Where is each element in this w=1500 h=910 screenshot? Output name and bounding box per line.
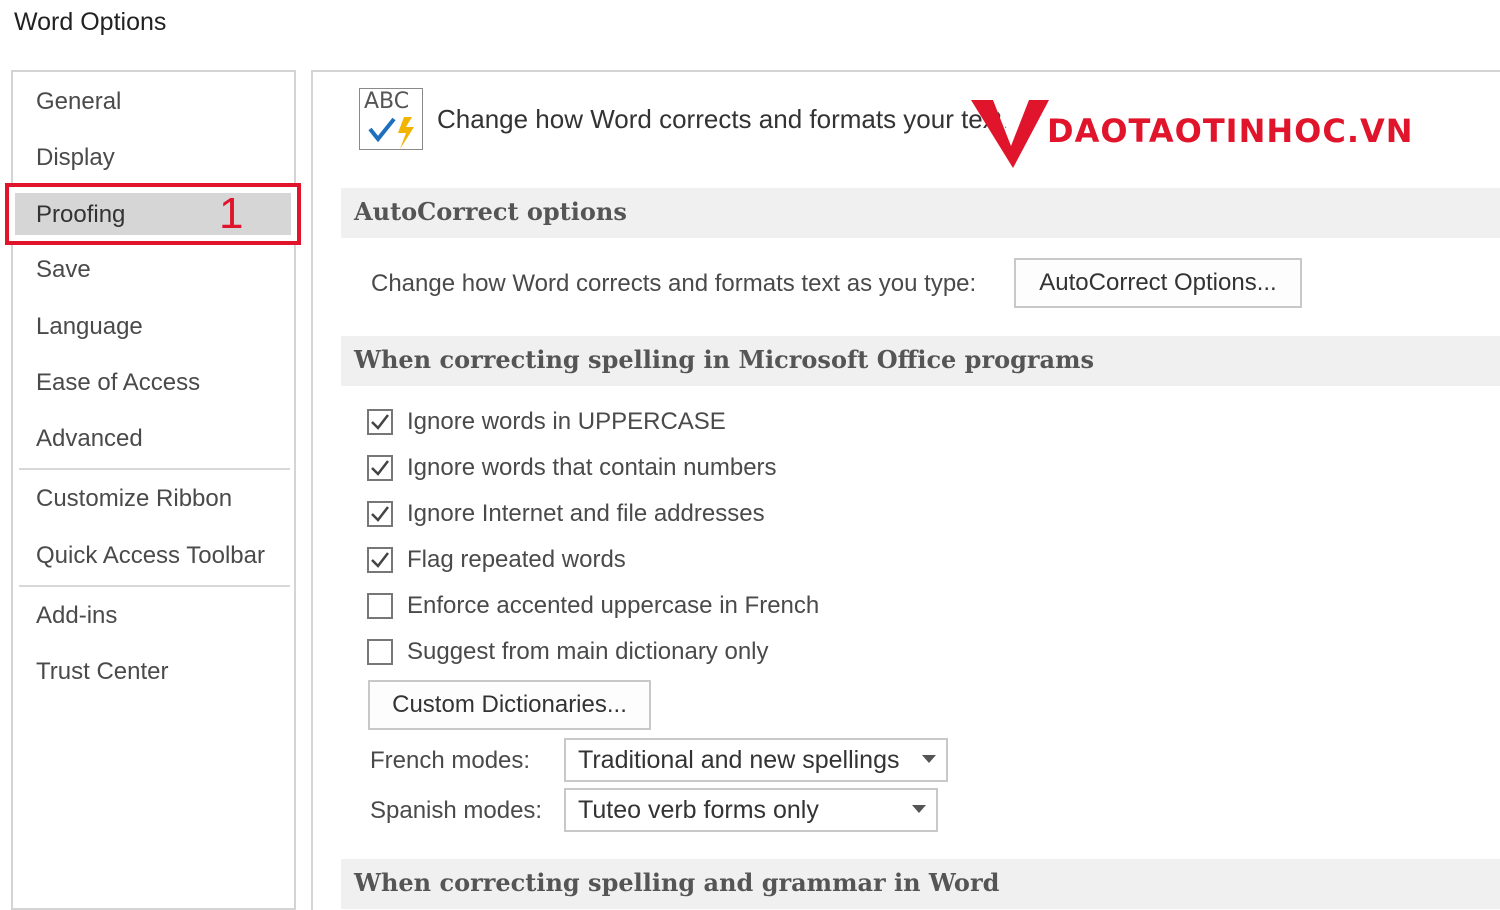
checkmark-icon [371, 460, 389, 476]
select-value: Traditional and new spellings [578, 746, 900, 774]
french-modes-label: French modes: [370, 747, 531, 774]
sidebar-divider [19, 468, 290, 470]
checkbox[interactable] [367, 409, 393, 435]
section-office-spelling-title: When correcting spelling in Microsoft Of… [341, 336, 1500, 386]
spanish-modes-select[interactable]: Tuteo verb forms only [564, 788, 938, 832]
checkbox[interactable] [367, 547, 393, 573]
sidebar-item-proofing[interactable]: Proofing 1 [5, 183, 301, 245]
option-label: Flag repeated words [407, 546, 626, 573]
proofing-panel: ABC Change how Word corrects and formats… [311, 70, 1500, 910]
option-label: Suggest from main dictionary only [407, 638, 769, 665]
option-label: Ignore words in UPPERCASE [407, 408, 726, 435]
chevron-down-icon [922, 755, 936, 763]
spanish-modes-label: Spanish modes: [370, 797, 543, 824]
check-lightning-icon [368, 117, 414, 149]
french-modes-select[interactable]: Traditional and new spellings [564, 738, 948, 782]
sidebar-item-trust-center[interactable]: Trust Center [36, 652, 168, 692]
option-label: Ignore Internet and file addresses [407, 500, 765, 527]
sidebar-item-general[interactable]: General [36, 82, 121, 122]
checkbox[interactable] [367, 501, 393, 527]
section-word-spelling-title: When correcting spelling and grammar in … [341, 859, 1500, 909]
panel-header-text: Change how Word corrects and formats you… [437, 104, 1011, 134]
option-label: Ignore words that contain numbers [407, 454, 777, 481]
checkbox[interactable] [367, 639, 393, 665]
proofing-abc-icon: ABC [359, 88, 423, 150]
custom-dictionaries-button[interactable]: Custom Dictionaries... [368, 680, 651, 730]
window-title: Word Options [14, 8, 167, 36]
sidebar-item-customize-ribbon[interactable]: Customize Ribbon [36, 479, 232, 519]
options-sidebar: General Display Proofing 1 Save Language… [5, 70, 301, 910]
sidebar-item-language[interactable]: Language [36, 307, 143, 347]
sidebar-item-ease-of-access[interactable]: Ease of Access [36, 363, 200, 403]
chevron-down-icon [912, 805, 926, 813]
checkmark-icon [371, 414, 389, 430]
sidebar-item-advanced[interactable]: Advanced [36, 419, 143, 459]
autocorrect-description: Change how Word corrects and formats tex… [371, 270, 977, 297]
sidebar-item-label: Proofing [36, 201, 126, 228]
checkbox[interactable] [367, 455, 393, 481]
sidebar-item-display[interactable]: Display [36, 138, 115, 178]
checkmark-icon [371, 552, 389, 568]
checkbox[interactable] [367, 593, 393, 619]
option-label: Enforce accented uppercase in French [407, 592, 820, 619]
sidebar-item-quick-access-toolbar[interactable]: Quick Access Toolbar [36, 536, 265, 576]
checkmark-icon [371, 506, 389, 522]
sidebar-item-add-ins[interactable]: Add-ins [36, 596, 117, 636]
section-autocorrect-title: AutoCorrect options [341, 188, 1500, 238]
sidebar-divider [19, 585, 290, 587]
watermark-v-icon [971, 100, 1049, 168]
sidebar-item-save[interactable]: Save [36, 250, 91, 290]
select-value: Tuteo verb forms only [578, 796, 819, 824]
step-number-badge: 1 [219, 189, 244, 238]
watermark-logo: DAOTAOTINHOC.VN [971, 94, 1421, 174]
autocorrect-options-button[interactable]: AutoCorrect Options... [1014, 258, 1302, 308]
watermark-text: DAOTAOTINHOC.VN [1047, 112, 1414, 150]
